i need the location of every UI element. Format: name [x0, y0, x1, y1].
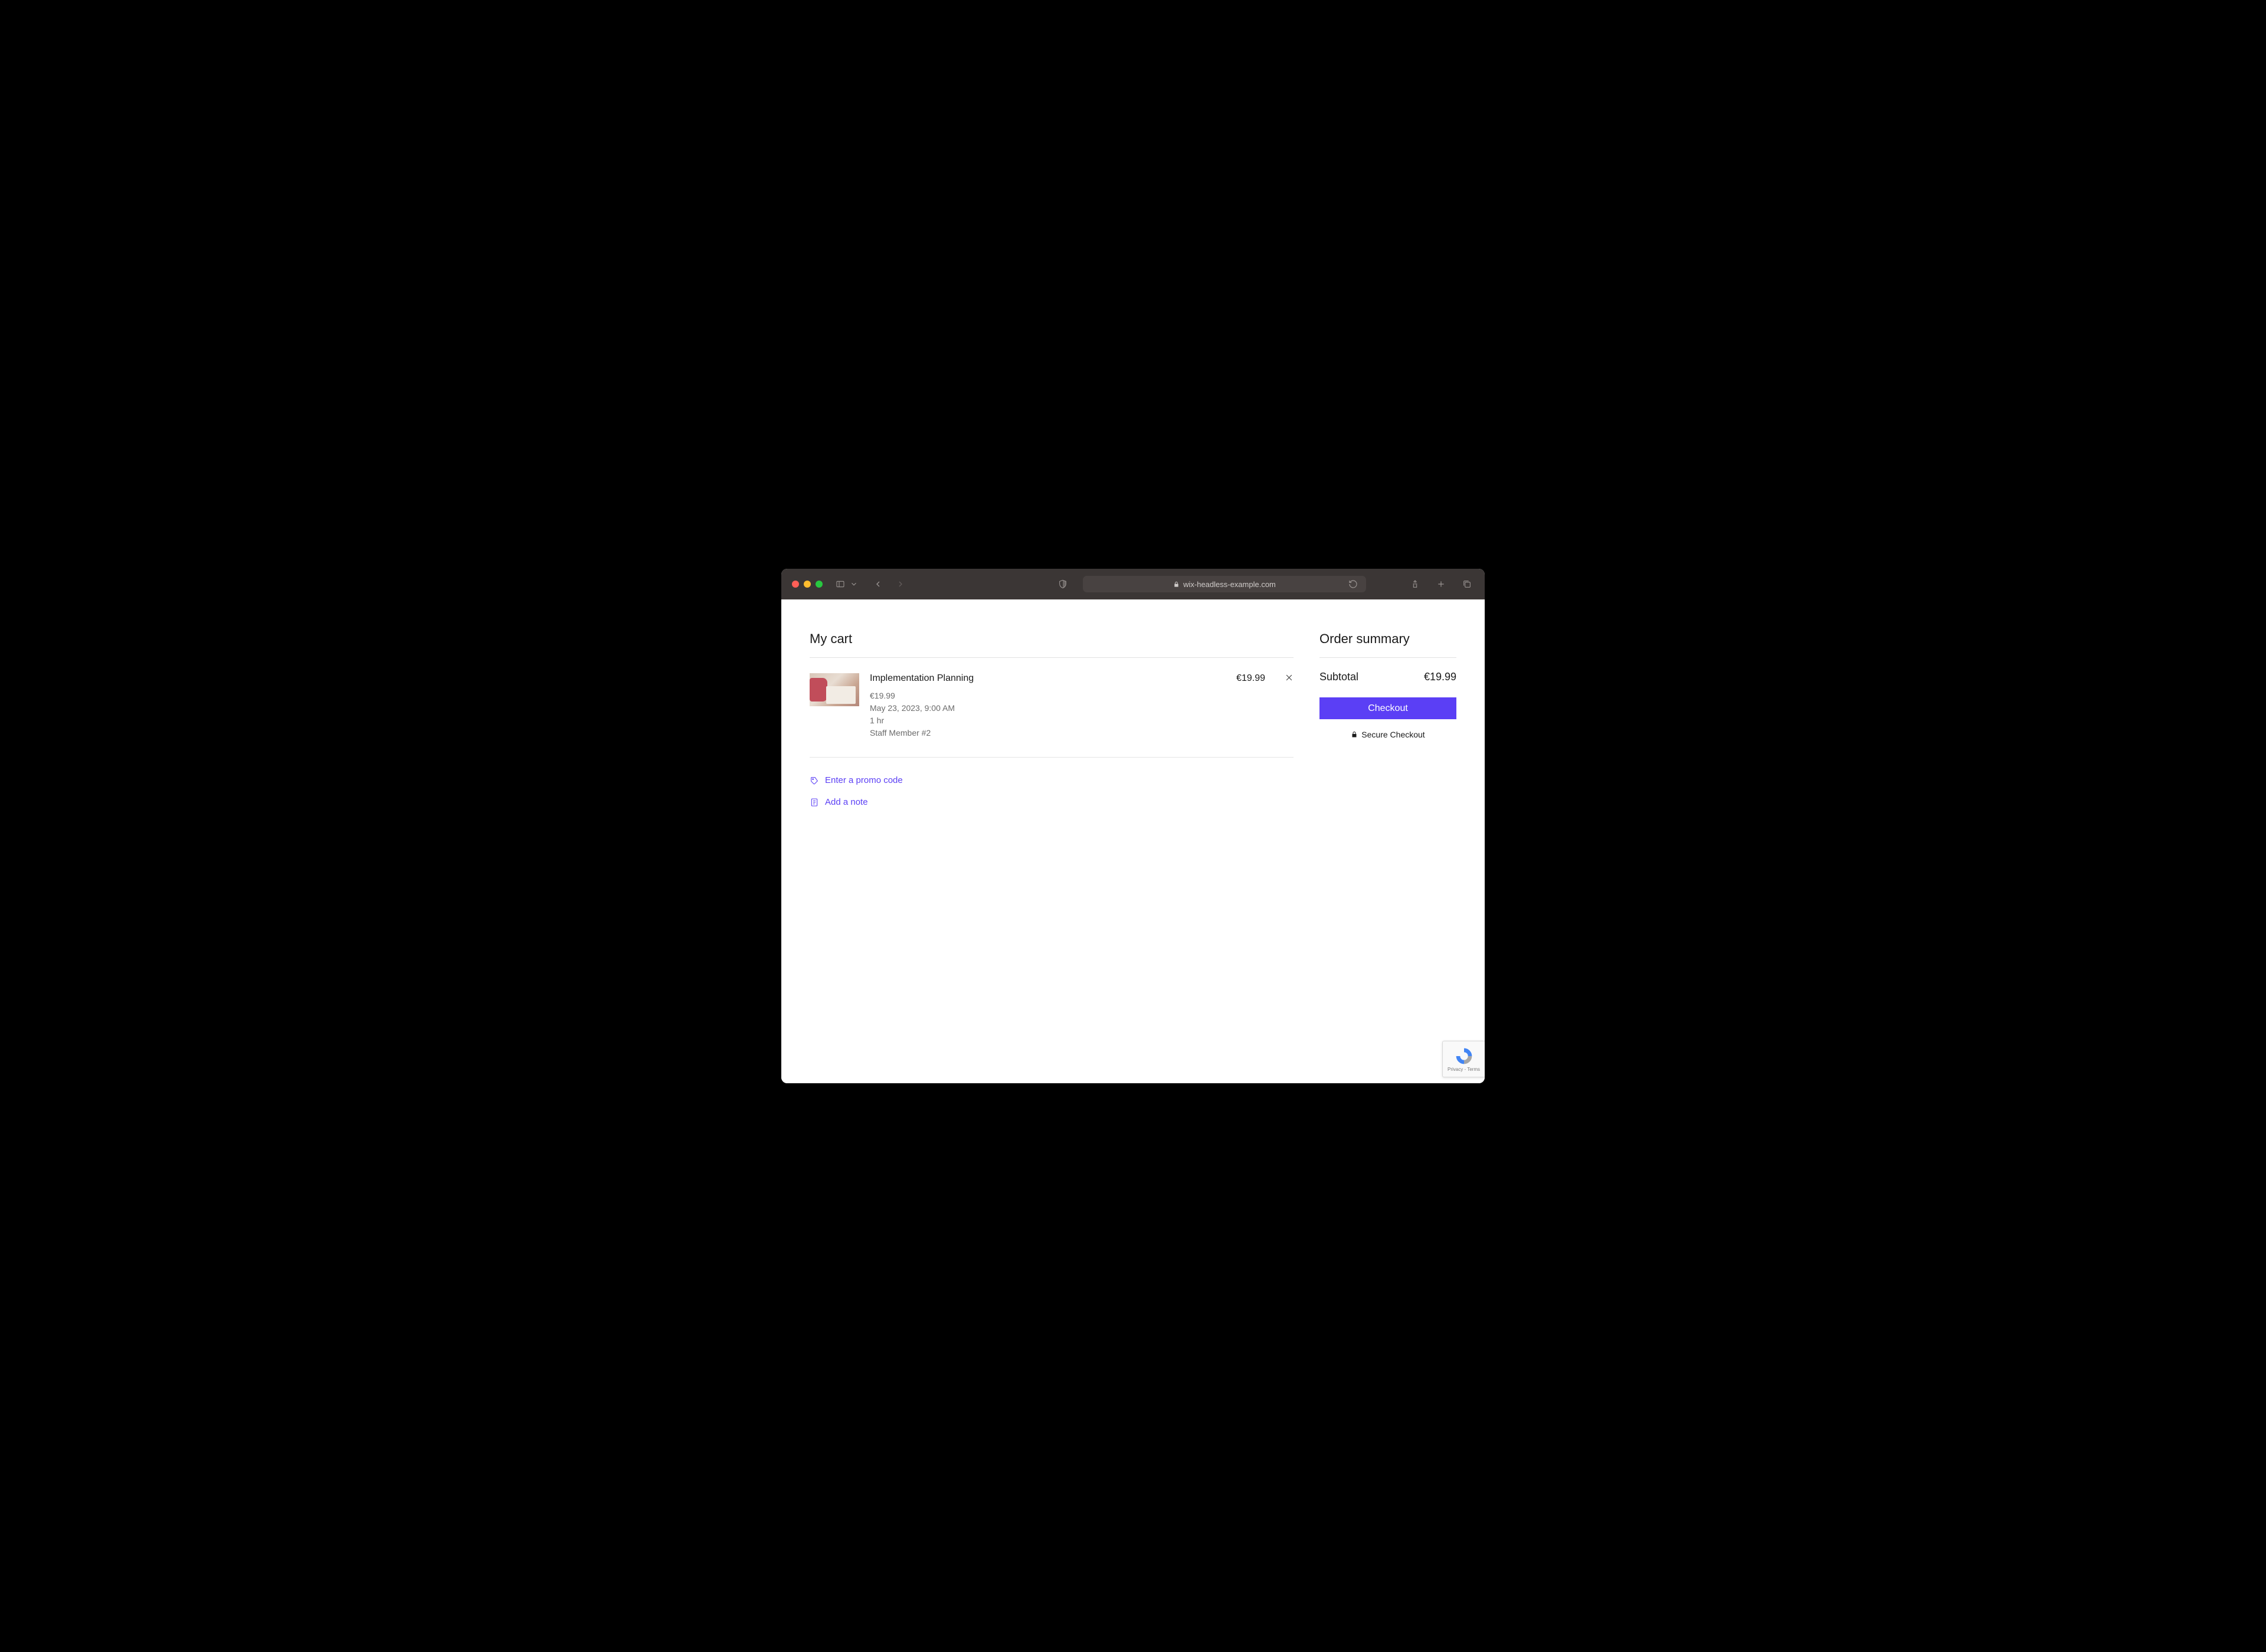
cart-column: My cart Implementation Planning €19.99 M… — [810, 631, 1294, 1060]
subtotal-label: Subtotal — [1319, 671, 1358, 683]
close-icon — [1285, 673, 1294, 682]
promo-code-label: Enter a promo code — [825, 775, 903, 785]
back-button-icon[interactable] — [871, 577, 885, 591]
cart-title: My cart — [810, 631, 1294, 658]
cart-item-meta: €19.99 May 23, 2023, 9:00 AM 1 hr Staff … — [870, 690, 1207, 739]
browser-window: wix-headless-example.com My cart Im — [781, 569, 1485, 1083]
minimize-window-button[interactable] — [804, 581, 811, 588]
cart-item-unit-price: €19.99 — [870, 690, 1207, 702]
fullscreen-window-button[interactable] — [816, 581, 823, 588]
tag-icon — [810, 776, 819, 785]
address-bar[interactable]: wix-headless-example.com — [1083, 576, 1366, 592]
reload-icon[interactable] — [1346, 577, 1360, 591]
new-tab-icon[interactable] — [1434, 577, 1448, 591]
cart-item-staff: Staff Member #2 — [870, 727, 1207, 739]
cart-item-info: Implementation Planning €19.99 May 23, 2… — [870, 673, 1207, 739]
summary-title: Order summary — [1319, 631, 1456, 658]
cart-item-name: Implementation Planning — [870, 673, 1207, 684]
promo-code-link[interactable]: Enter a promo code — [810, 775, 1294, 785]
summary-column: Order summary Subtotal €19.99 Checkout S… — [1319, 631, 1456, 1060]
cart-action-links: Enter a promo code Add a note — [810, 775, 1294, 807]
secure-checkout-label: Secure Checkout — [1361, 730, 1425, 739]
checkout-button[interactable]: Checkout — [1319, 697, 1456, 719]
recaptcha-badge[interactable]: Privacy - Terms — [1442, 1041, 1485, 1077]
close-window-button[interactable] — [792, 581, 799, 588]
cart-item-line-price: €19.99 — [1218, 673, 1265, 684]
sidebar-dropdown-icon[interactable] — [850, 577, 858, 591]
cart-item-datetime: May 23, 2023, 9:00 AM — [870, 702, 1207, 714]
titlebar: wix-headless-example.com — [781, 569, 1485, 599]
sidebar-toggle-icon[interactable] — [833, 577, 847, 591]
lock-icon — [1173, 581, 1180, 588]
privacy-shield-icon[interactable] — [1056, 577, 1070, 591]
recaptcha-icon — [1455, 1047, 1473, 1066]
add-note-label: Add a note — [825, 797, 868, 807]
address-bar-url: wix-headless-example.com — [1183, 580, 1276, 589]
add-note-link[interactable]: Add a note — [810, 797, 1294, 807]
cart-item-thumbnail — [810, 673, 859, 706]
subtotal-row: Subtotal €19.99 — [1319, 658, 1456, 697]
window-traffic-lights — [792, 581, 823, 588]
secure-checkout-row: Secure Checkout — [1319, 730, 1456, 739]
note-icon — [810, 798, 819, 807]
share-icon[interactable] — [1408, 577, 1422, 591]
forward-button-icon[interactable] — [893, 577, 908, 591]
lock-icon — [1351, 730, 1358, 739]
cart-item-duration: 1 hr — [870, 714, 1207, 727]
page-content: My cart Implementation Planning €19.99 M… — [781, 599, 1485, 1083]
tab-overview-icon[interactable] — [1460, 577, 1474, 591]
cart-item-row: Implementation Planning €19.99 May 23, 2… — [810, 658, 1294, 758]
remove-item-button[interactable] — [1276, 673, 1294, 685]
subtotal-value: €19.99 — [1424, 671, 1456, 683]
recaptcha-footer-text: Privacy - Terms — [1448, 1067, 1480, 1072]
